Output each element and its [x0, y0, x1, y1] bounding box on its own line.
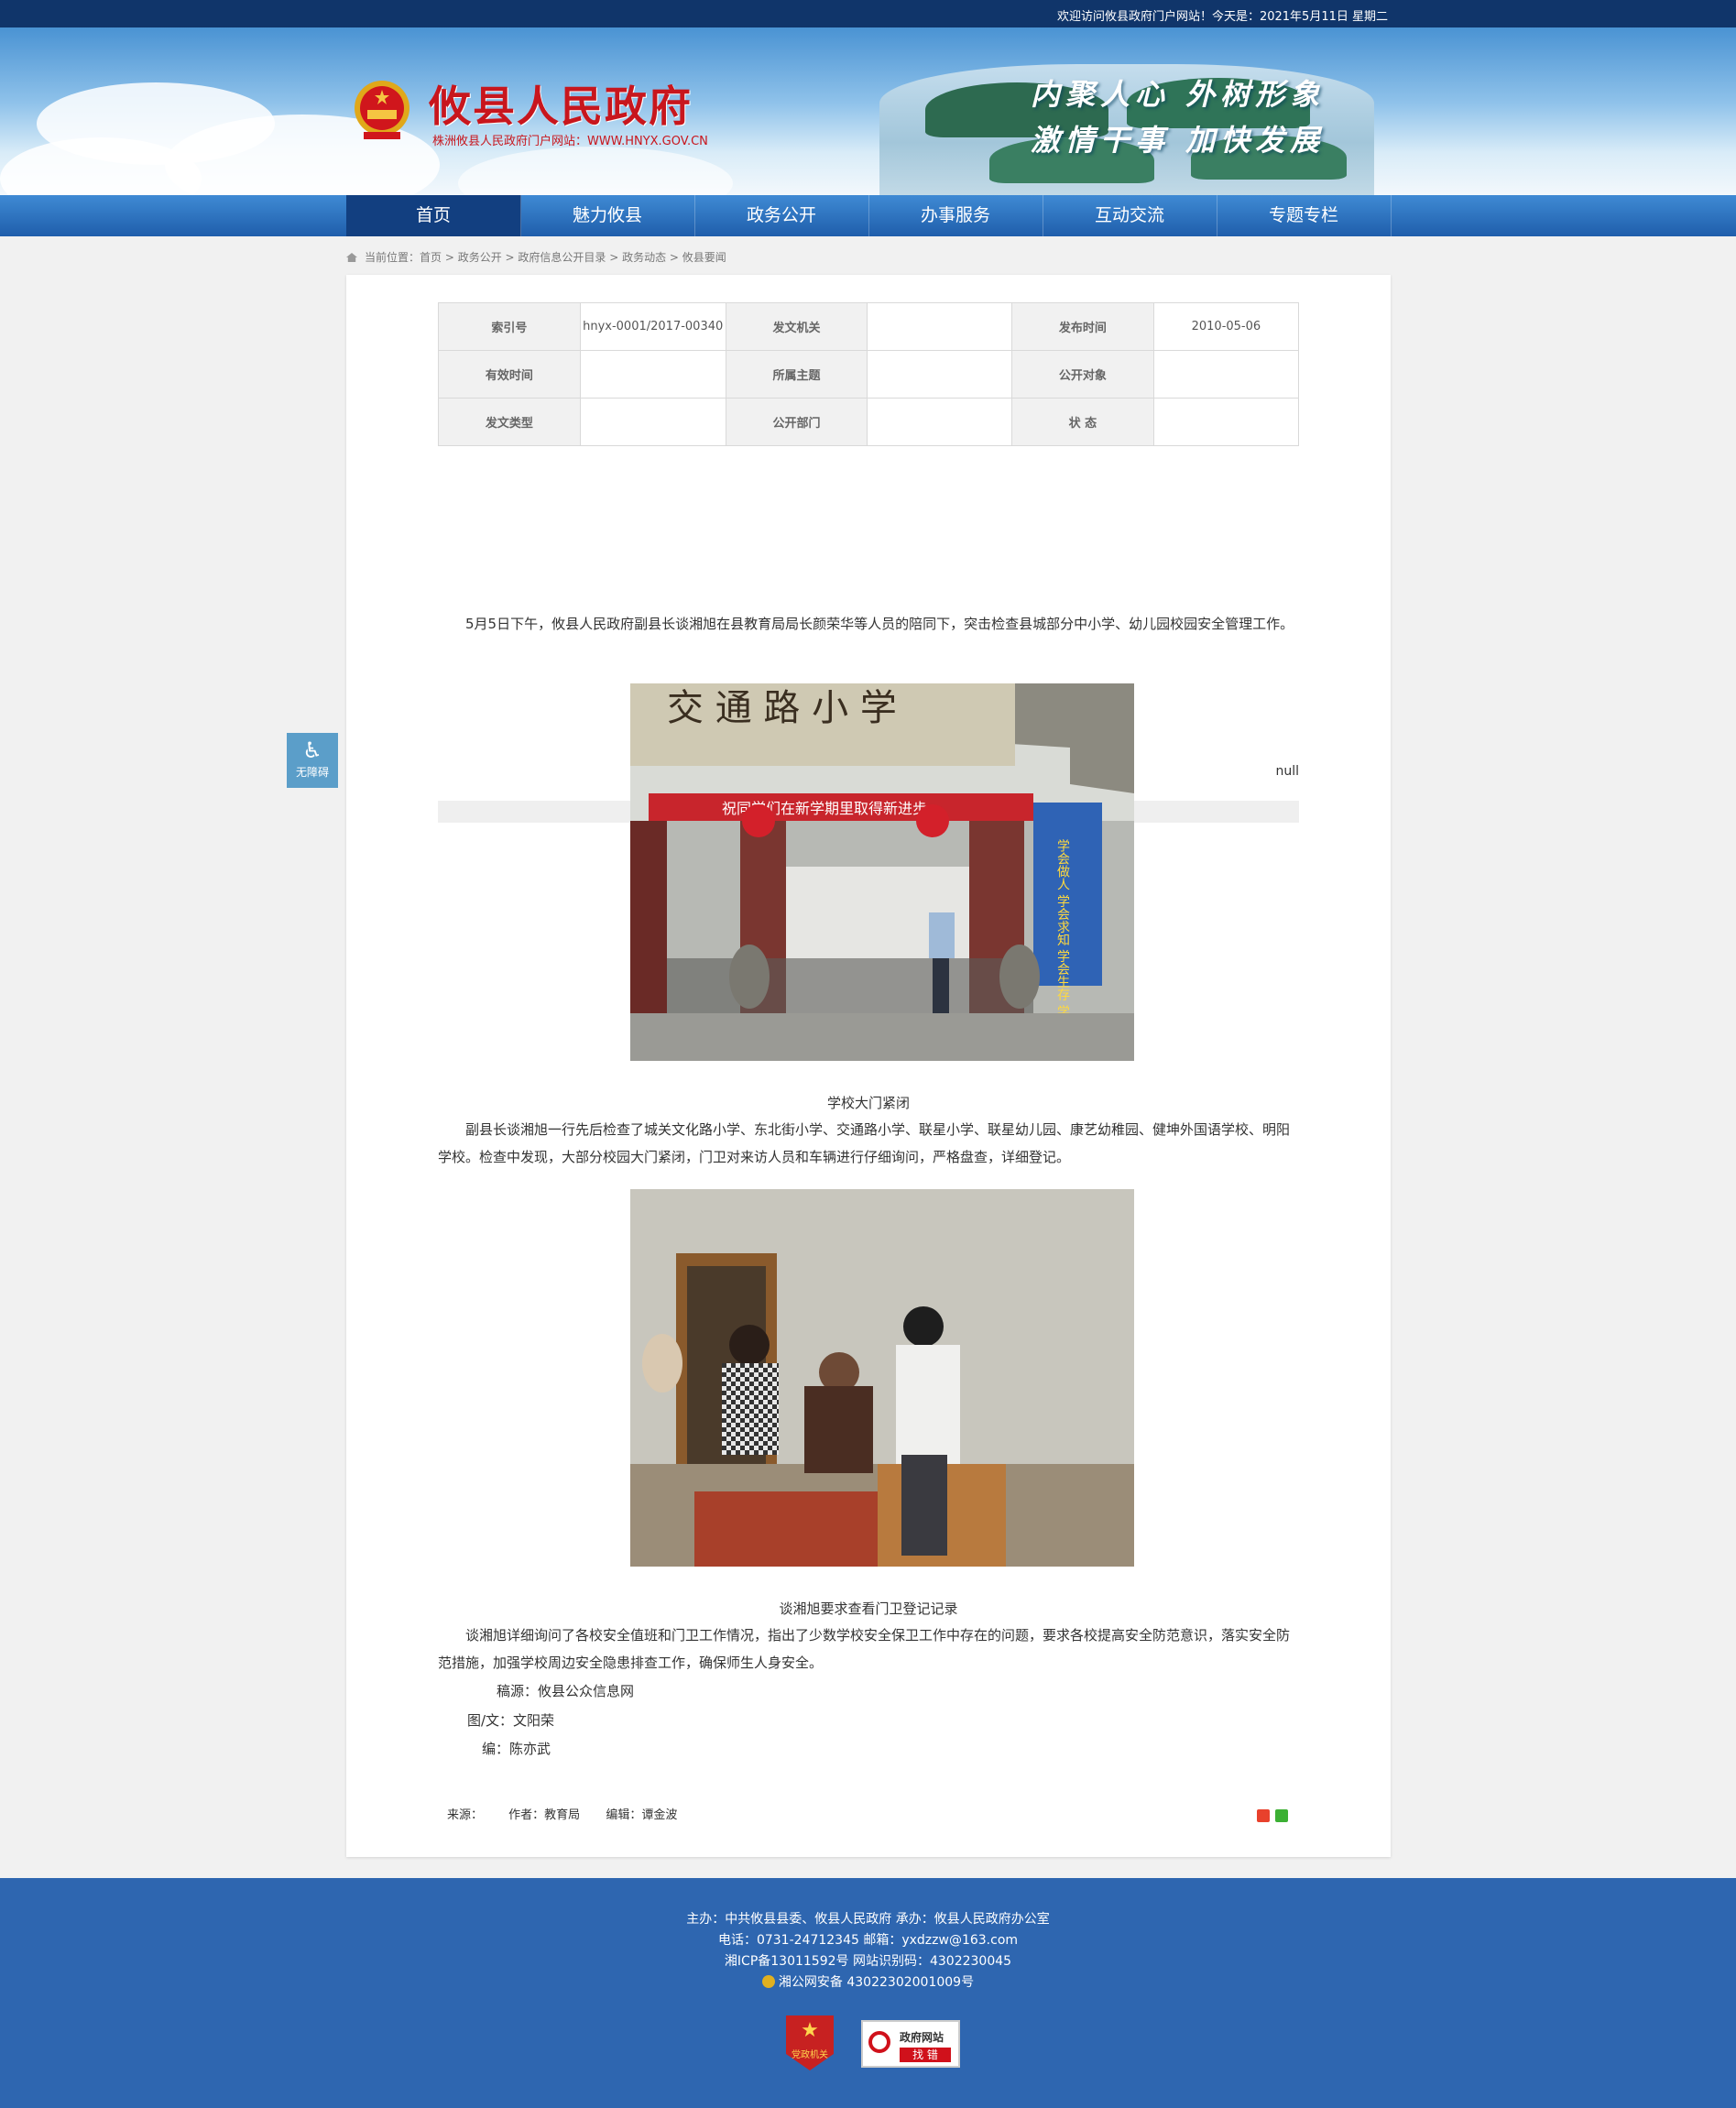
- site-subtitle: 株洲攸县人民政府门户网站：WWW.HNYX.GOV.CN: [432, 135, 708, 148]
- gate-sign: 交 通 路 小 学: [667, 687, 897, 729]
- police-badge-icon: [761, 1975, 775, 1988]
- article-footer-meta: 来源： 作者：教育局 编辑：谭金波: [447, 1805, 699, 1822]
- meta-value: [867, 398, 1012, 446]
- article-paragraph-2: 副县长谈湘旭一行先后检查了城关文化路小学、东北街小学、交通路小学、联星小学、联星…: [438, 1121, 1291, 1165]
- footer-police-text: 湘公网安备 43022302001009号: [778, 1975, 975, 1990]
- party-government-label: 党政机关: [792, 2050, 828, 2060]
- meta-value: [1152, 398, 1300, 446]
- meta-value: 2010-05-06: [1152, 302, 1300, 351]
- welcome-text: 欢迎访问攸县政府门户网站！今天是：2021年5月11日 星期二: [1056, 10, 1388, 24]
- meta-key: 所属主题: [725, 350, 868, 399]
- header-banner: [0, 27, 1736, 195]
- meta-key: 发文机关: [725, 302, 868, 351]
- wechat-share-icon[interactable]: [1275, 1809, 1288, 1822]
- footer-police-record[interactable]: 湘公网安备 43022302001009号: [0, 1972, 1736, 1991]
- meta-value: [579, 398, 726, 446]
- article-paragraph-1: 5月5日下午，攸县人民政府副县长谈湘旭在县教育局局长颜荣华等人员的陪同下，突击检…: [465, 616, 1294, 632]
- article-panel: 索引号 hnyx-0001/2017-00340 发文机关 发布时间 2010-…: [346, 275, 1391, 1857]
- inspection-photo: [630, 1189, 1134, 1567]
- meta-value: [1152, 350, 1300, 399]
- editor-line: 编：陈亦武: [482, 1741, 551, 1757]
- meta-key: 发布时间: [1010, 302, 1154, 351]
- nav-item-interaction[interactable]: 互动交流: [1043, 195, 1217, 236]
- article-paragraph-3: 谈湘旭详细询问了各校安全值班和门卫工作情况，指出了少数学校安全保卫工作中存在的问…: [438, 1627, 1291, 1671]
- photo-credit-line: 图/文：文阳荣: [467, 1712, 555, 1729]
- nav-item-government-affairs[interactable]: 政务公开: [694, 195, 869, 236]
- nav-item-home[interactable]: 首页: [346, 195, 521, 236]
- cloud: [458, 147, 733, 195]
- document-metadata-table: 索引号 hnyx-0001/2017-00340 发文机关 发布时间 2010-…: [438, 302, 1300, 446]
- footer-contact: 电话：0731-24712345 邮箱：yxdzzw@163.com: [717, 1933, 1019, 1948]
- wheelchair-icon: ♿: [302, 737, 322, 763]
- school-gate-photo: 交 通 路 小 学 祝同学们在新学期里取得新进步 学会做人 学会求知 学会生存 …: [630, 683, 1134, 1061]
- meta-key: 有效时间: [438, 350, 581, 399]
- article-editor: 编辑：谭金波: [606, 1808, 678, 1822]
- meta-key: 发文类型: [438, 398, 581, 446]
- weibo-share-icon[interactable]: [1257, 1809, 1270, 1822]
- breadcrumb-label: 当前位置：: [365, 251, 420, 264]
- slogan-line-1: 内聚人心 外树形象: [1031, 77, 1326, 112]
- magnifier-icon: [868, 2031, 890, 2053]
- accessibility-label: 无障碍: [295, 766, 329, 779]
- nav-item-charm[interactable]: 魅力攸县: [520, 195, 695, 236]
- article-author: 作者：教育局: [508, 1808, 581, 1822]
- site-footer: 主办：中共攸县县委、攸县人民政府 承办：攸县人民政府办公室 电话：0731-24…: [0, 1878, 1736, 2108]
- photo-caption-2: 谈湘旭要求查看门卫登记记录: [779, 1600, 958, 1617]
- meta-value: [579, 350, 726, 399]
- article-source: 来源：: [447, 1808, 484, 1822]
- accessibility-button[interactable]: ♿ 无障碍: [287, 733, 338, 788]
- meta-value: [867, 302, 1012, 351]
- nav-item-special-topics[interactable]: 专题专栏: [1217, 195, 1392, 236]
- home-icon: [346, 253, 357, 262]
- main-nav: 首页 魅力攸县 政务公开 办事服务 互动交流 专题专栏: [0, 195, 1736, 236]
- badge-subtitle: 找 错: [900, 2048, 951, 2062]
- photo-caption-1: 学校大门紧闭: [826, 1095, 910, 1111]
- top-bar: 欢迎访问攸县政府门户网站！今天是：2021年5月11日 星期二: [0, 0, 1736, 27]
- breadcrumb: 当前位置：首页 > 政务公开 > 政府信息公开目录 > 政务动态 > 攸县要闻: [346, 249, 726, 265]
- national-emblem-icon: [355, 81, 409, 139]
- meta-key: 状 态: [1010, 398, 1154, 446]
- footer-sponsor: 主办：中共攸县县委、攸县人民政府 承办：攸县人民政府办公室: [686, 1912, 1050, 1927]
- meta-value: hnyx-0001/2017-00340: [579, 302, 726, 351]
- badge-title: 政府网站: [900, 2031, 944, 2044]
- breadcrumb-path[interactable]: 首页 > 政务公开 > 政府信息公开目录 > 政务动态 > 攸县要闻: [420, 251, 726, 264]
- slogan-line-2: 激情干事 加快发展: [1031, 123, 1326, 158]
- nav-item-services[interactable]: 办事服务: [868, 195, 1043, 236]
- gov-site-error-report-badge[interactable]: 政府网站 找 错: [861, 2020, 960, 2068]
- meta-key: 公开部门: [725, 398, 868, 446]
- meta-key: 索引号: [438, 302, 581, 351]
- source-line: 稿源：攸县公众信息网: [497, 1683, 635, 1699]
- footer-icp[interactable]: 湘ICP备13011592号 网站识别码：4302230045: [0, 1951, 1736, 1970]
- meta-key: 公开对象: [1010, 350, 1154, 399]
- party-government-emblem-icon: ★: [801, 2019, 819, 2042]
- meta-value: [867, 350, 1012, 399]
- site-name: 攸县人民政府: [429, 82, 693, 131]
